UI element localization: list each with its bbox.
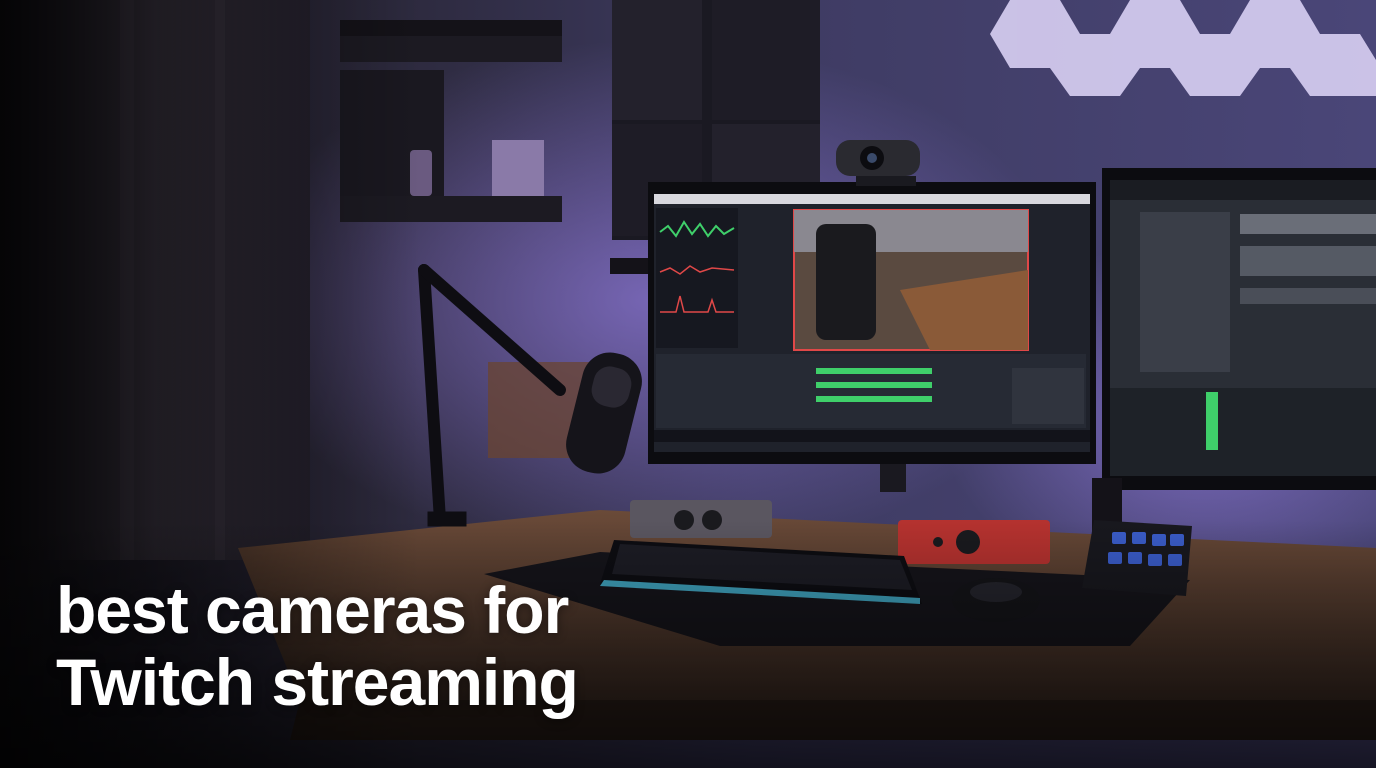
taskbar xyxy=(654,430,1090,442)
window-title-bar xyxy=(654,194,1090,204)
daw-track-list xyxy=(1140,212,1230,372)
gaming-chair xyxy=(816,224,876,340)
headline-line-1: best cameras for xyxy=(56,573,569,647)
daw-toolbar xyxy=(1110,180,1376,200)
main-monitor xyxy=(648,182,1096,492)
hero-banner: best cameras for Twitch streaming xyxy=(0,0,1376,768)
daw-mixer xyxy=(1110,388,1376,476)
headline: best cameras for Twitch streaming xyxy=(56,573,579,719)
headline-line-2: Twitch streaming xyxy=(56,645,579,719)
collectible-box xyxy=(492,140,544,196)
